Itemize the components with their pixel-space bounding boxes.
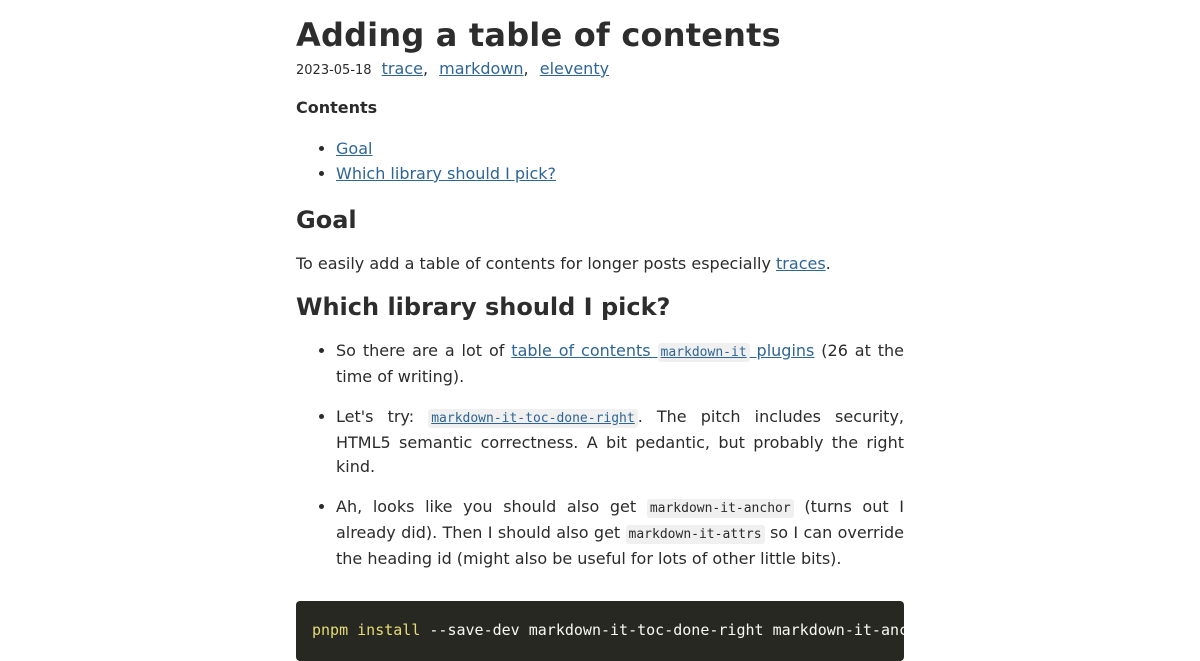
traces-link[interactable]: traces	[776, 254, 826, 273]
list-text: Let's try:	[336, 407, 429, 426]
inline-code: markdown-it-anchor	[646, 499, 794, 518]
goal-paragraph: To easily add a table of contents for lo…	[296, 252, 904, 276]
page-title: Adding a table of contents	[296, 16, 781, 54]
section-heading-goal: Goal	[296, 206, 357, 234]
tag-separator: ,	[523, 59, 529, 78]
article: Adding a table of contents 2023-05-18 tr…	[296, 0, 904, 587]
toc-item: Goal	[336, 136, 904, 161]
code-content: pnpm install --save-dev markdown-it-toc-…	[296, 601, 904, 659]
post-meta: 2023-05-18 trace, markdown, eleventy	[296, 58, 904, 80]
code-command: pnpm install	[312, 621, 421, 639]
library-list: So there are a lot of table of contents …	[296, 339, 904, 571]
toc-link-goal[interactable]: Goal	[336, 139, 372, 158]
link-text: plugins	[749, 341, 815, 360]
toc-link-library[interactable]: Which library should I pick?	[336, 164, 556, 183]
toc-item: Which library should I pick?	[336, 161, 904, 186]
tag-separator: ,	[422, 59, 429, 78]
inline-code: markdown-it-attrs	[625, 525, 765, 544]
toc-plugins-link[interactable]: table of contents markdown-it plugins	[511, 341, 815, 362]
code-block: pnpm install --save-dev markdown-it-toc-…	[296, 601, 904, 661]
link-text: table of contents	[511, 341, 658, 360]
list-item: Let's try: markdown-it-toc-done-right. T…	[336, 405, 904, 479]
tag-link-markdown[interactable]: markdown	[439, 59, 523, 78]
tag-link-trace[interactable]: trace	[382, 59, 423, 78]
toc-heading: Contents	[296, 98, 378, 117]
inline-code: markdown-it	[657, 343, 750, 362]
code-args: --save-dev markdown-it-toc-done-right ma…	[429, 621, 904, 639]
inline-code: markdown-it-toc-done-right	[428, 409, 638, 428]
list-item: Ah, looks like you should also get markd…	[336, 495, 904, 571]
goal-text-end: .	[825, 254, 831, 273]
section-heading-library: Which library should I pick?	[296, 293, 671, 321]
toc-done-right-link[interactable]: markdown-it-toc-done-right	[428, 407, 638, 428]
toc-list: Goal Which library should I pick?	[296, 136, 904, 186]
post-date: 2023-05-18	[296, 63, 372, 78]
tag-link-eleventy[interactable]: eleventy	[540, 59, 609, 78]
list-text: So there are a lot of	[336, 341, 512, 360]
list-text: Ah, looks like you should also get	[336, 497, 647, 516]
list-item: So there are a lot of table of contents …	[336, 339, 904, 389]
goal-text: To easily add a table of contents for lo…	[296, 254, 777, 273]
